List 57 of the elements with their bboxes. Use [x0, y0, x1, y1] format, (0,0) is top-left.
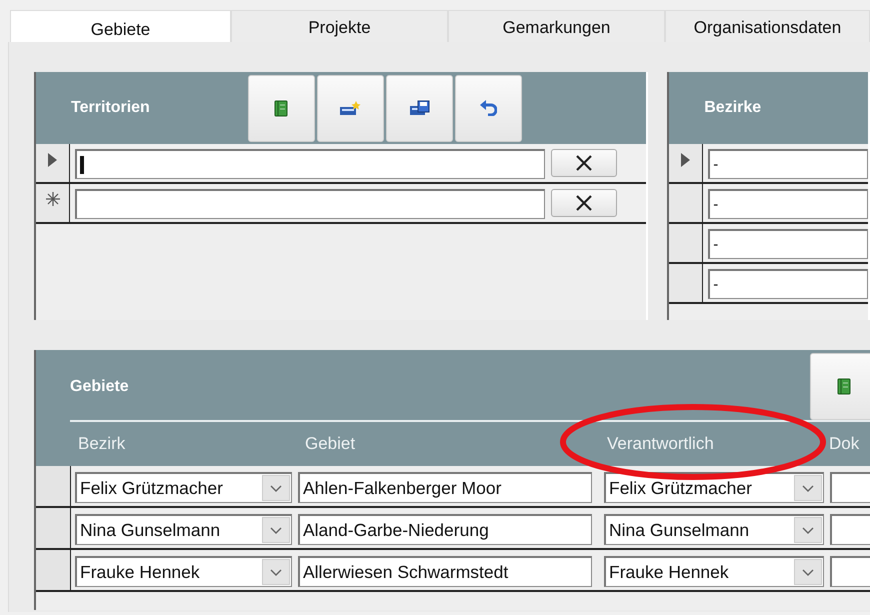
notes-button[interactable] [248, 74, 315, 142]
row-selector[interactable] [36, 144, 70, 182]
input-field[interactable]: Aland-Garbe-Niederung [298, 514, 592, 545]
dropdown[interactable]: Felix Grützmacher [75, 472, 292, 503]
tab[interactable]: Gebiete [10, 10, 231, 42]
chevron-down-icon [802, 568, 814, 576]
row-selector[interactable] [669, 224, 704, 262]
dropdown[interactable]: Frauke Hennek [75, 556, 292, 587]
dropdown[interactable]: Nina Gunselmann [75, 514, 292, 545]
row-selector[interactable] [669, 184, 704, 222]
chevron-down-icon [802, 526, 814, 534]
tab[interactable]: Organisationsdaten [665, 10, 870, 42]
undo-icon [479, 100, 498, 116]
row-selector[interactable] [36, 508, 71, 548]
input-field[interactable] [830, 472, 870, 503]
column-header: Verantwortlich [607, 434, 714, 453]
input-field[interactable] [75, 189, 545, 219]
close-icon [575, 154, 593, 172]
row-selector[interactable] [36, 466, 71, 506]
row-selector[interactable] [36, 184, 70, 222]
input-field[interactable]: - [708, 269, 868, 299]
input-field[interactable]: Allerwiesen Schwarmstedt [298, 556, 592, 587]
book-icon [836, 378, 850, 394]
save-button[interactable] [386, 74, 453, 142]
tab[interactable]: Projekte [231, 10, 448, 42]
input-field[interactable] [830, 556, 870, 587]
input-field[interactable]: - [708, 149, 868, 179]
close-icon [575, 194, 593, 212]
panel-title: Territorien [71, 99, 150, 117]
panel-title: Gebiete [70, 377, 129, 396]
tab[interactable]: Gemarkungen [448, 10, 665, 42]
dropdown[interactable]: Nina Gunselmann [604, 514, 824, 545]
input-field[interactable]: - [708, 189, 868, 219]
chevron-down-icon [802, 484, 814, 492]
delete-button[interactable] [551, 189, 617, 217]
row-selector[interactable] [669, 144, 704, 182]
book-icon [274, 100, 288, 116]
new-record-icon [339, 100, 362, 116]
column-header: Bezirk [78, 434, 126, 453]
chevron-down-icon [270, 568, 282, 576]
delete-button[interactable] [551, 149, 617, 177]
row-selector[interactable] [36, 550, 71, 590]
input-field[interactable] [830, 514, 870, 545]
save-icon [408, 100, 430, 116]
input-field[interactable] [75, 149, 545, 179]
column-header: Gebiet [305, 434, 356, 453]
panel-title: Bezirke [704, 99, 762, 117]
chevron-down-icon [270, 526, 282, 534]
undo-button[interactable] [454, 74, 522, 142]
input-field[interactable]: Ahlen-Falkenberger Moor [298, 472, 592, 503]
dropdown[interactable]: Frauke Hennek [604, 556, 824, 587]
column-header: Dok [829, 434, 860, 453]
chevron-down-icon [270, 484, 282, 492]
notes-button[interactable] [810, 352, 870, 420]
input-field[interactable]: - [708, 229, 868, 259]
row-selector[interactable] [669, 264, 704, 302]
new-record-button[interactable] [316, 74, 384, 142]
